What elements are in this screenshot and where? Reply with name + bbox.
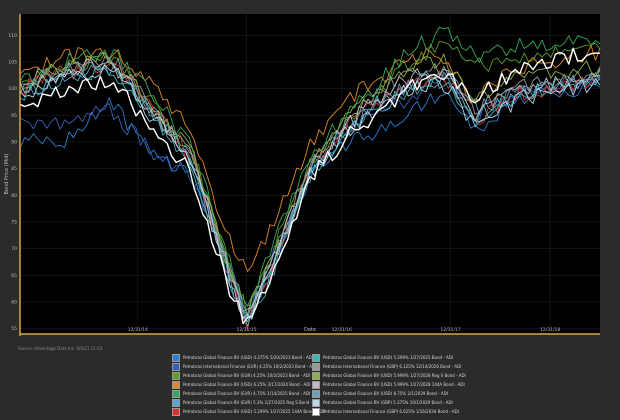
- legend-label: Petrobras International Finance (GBP) 6.…: [323, 409, 459, 414]
- y-tick-label: 65: [11, 273, 17, 279]
- legend-swatch: [312, 398, 320, 407]
- y-tick-label: 60: [11, 300, 17, 306]
- legend-swatch: [312, 407, 320, 416]
- legend-label: Petrobras Global Finance BV (USD) 8.75% …: [323, 391, 448, 396]
- legend-label: Petrobras Global Finance BV (USD) 5.999%…: [323, 382, 465, 387]
- legend-item: Petrobras Global Finance BV (USD) 5.299%…: [312, 353, 454, 362]
- y-tick-label: 100: [8, 86, 17, 92]
- legend-item: Petrobras Global Finance BV (USD) 8.75% …: [312, 389, 452, 398]
- legend-item: Petrobras Global Finance BV (USD) 4.375%…: [172, 353, 314, 362]
- legend-swatch: [172, 371, 180, 380]
- legend-item: Petrobras Global Finance BV (GBP) 5.375%…: [312, 398, 453, 407]
- legend-label: Petrobras Global Finance BV (USD) 5.999%…: [323, 373, 466, 378]
- y-tick-label: 85: [11, 166, 17, 172]
- legend-item: Petrobras Global Finance BV (USD) 5.999%…: [312, 380, 465, 389]
- legend-swatch: [312, 362, 320, 371]
- y-tick-label: 90: [11, 140, 17, 146]
- y-tick-label: 80: [11, 193, 17, 199]
- legend-label: Petrobras International Finance (GBP) 6.…: [323, 364, 462, 369]
- y-tick-label: 110: [8, 33, 17, 39]
- legend-swatch: [172, 398, 180, 407]
- x-tick-label: 12/31/18: [540, 327, 560, 333]
- legend-label: Petrobras Global Finance BV (USD) 5.299%…: [183, 409, 325, 414]
- legend-swatch: [172, 362, 180, 371]
- legend-item: Petrobras Global Finance BV (USD) 6.25% …: [172, 380, 312, 389]
- legend-column-right: Petrobras Global Finance BV (USD) 5.299%…: [312, 353, 466, 416]
- legend-swatch: [312, 389, 320, 398]
- legend-swatch: [172, 407, 180, 416]
- legend-swatch: [312, 380, 320, 389]
- legend-item: Petrobras Global Finance BV (EUR) 5.3% 1…: [172, 398, 320, 407]
- legend-item: Petrobras International Finance (GBP) 6.…: [312, 407, 459, 416]
- x-axis-label: Date: [304, 327, 316, 333]
- legend-label: Petrobras International Finance (EUR) 4.…: [183, 364, 317, 369]
- x-tick-label: 12/31/15: [236, 327, 256, 333]
- y-tick-label: 95: [11, 113, 17, 119]
- legend-label: Petrobras Global Finance BV (USD) 4.375%…: [183, 355, 314, 360]
- y-tick-label: 70: [11, 246, 17, 252]
- legend-item: Petrobras Global Finance BV (EUR) 4.25% …: [172, 371, 312, 380]
- x-tick-label: 12/31/14: [128, 327, 148, 333]
- legend-swatch: [172, 389, 180, 398]
- legend-label: Petrobras Global Finance BV (USD) 5.299%…: [323, 355, 454, 360]
- legend-label: Petrobras Global Finance BV (USD) 6.25% …: [183, 382, 311, 387]
- legend-swatch: [172, 380, 180, 389]
- legend-item: Petrobras Global Finance BV (USD) 5.999%…: [312, 371, 466, 380]
- y-tick-label: 75: [11, 220, 17, 226]
- x-tick-label: 12/31/16: [332, 327, 352, 333]
- legend-column-left: Petrobras Global Finance BV (USD) 4.375%…: [172, 353, 325, 416]
- legend-label: Petrobras Global Finance BV (EUR) 5.3% 1…: [183, 400, 321, 405]
- source-note: Source: Advantage Data Inc. 6/4/21 11:53: [18, 346, 103, 351]
- y-axis-label: Bond Price (Mid): [4, 153, 10, 194]
- legend-label: Petrobras Global Finance BV (EUR) 4.75% …: [183, 391, 311, 396]
- legend-swatch: [172, 353, 180, 362]
- y-tick-label: 105: [8, 60, 17, 66]
- legend-swatch: [312, 371, 320, 380]
- legend-label: Petrobras Global Finance BV (GBP) 5.375%…: [323, 400, 453, 405]
- legend-item: Petrobras International Finance (EUR) 4.…: [172, 362, 316, 371]
- legend-item: Petrobras International Finance (GBP) 6.…: [312, 362, 461, 371]
- legend-item: Petrobras Global Finance BV (EUR) 4.75% …: [172, 389, 312, 398]
- legend-label: Petrobras Global Finance BV (EUR) 4.25% …: [183, 373, 311, 378]
- x-tick-label: 12/31/17: [440, 327, 460, 333]
- y-tick-label: 55: [11, 326, 17, 332]
- legend-item: Petrobras Global Finance BV (USD) 5.299%…: [172, 407, 325, 416]
- legend-swatch: [312, 353, 320, 362]
